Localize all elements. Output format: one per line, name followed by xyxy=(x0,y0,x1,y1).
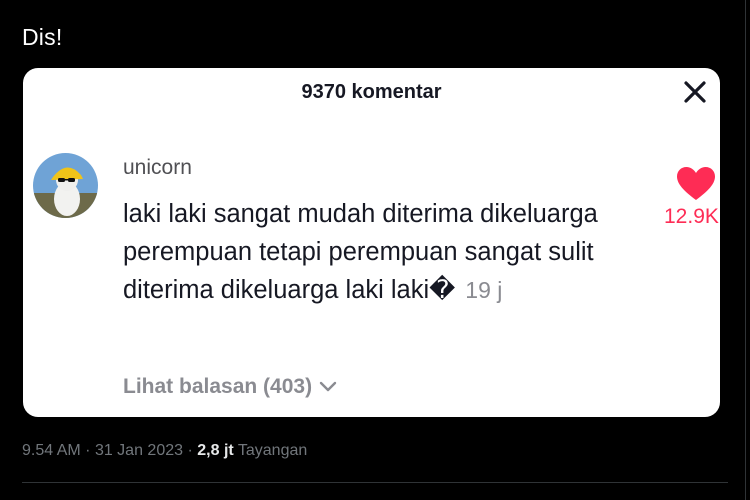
tweet-text: Dis! xyxy=(22,24,63,50)
tweet-date[interactable]: 31 Jan 2023 xyxy=(95,442,183,459)
chevron-down-icon xyxy=(319,381,337,392)
comment-text: laki laki sangat mudah diterima dikeluar… xyxy=(123,200,598,304)
view-replies-button[interactable]: Lihat balasan (403) xyxy=(123,375,338,399)
heart-icon[interactable] xyxy=(676,166,716,202)
meta-separator: · xyxy=(85,442,91,459)
comments-count-title: 9370 komentar xyxy=(301,81,442,103)
view-count: 2,8 jt xyxy=(197,442,234,459)
view-count-label: Tayangan xyxy=(237,442,308,459)
close-icon[interactable] xyxy=(682,79,708,105)
comment-username[interactable]: unicorn xyxy=(123,156,192,180)
comment-body: laki laki sangat mudah diterima dikeluar… xyxy=(123,195,643,309)
avatar[interactable] xyxy=(33,153,98,218)
divider xyxy=(22,482,728,483)
like-count: 12.9K xyxy=(664,205,719,228)
comment-time: 19 j xyxy=(465,277,503,303)
meta-separator: · xyxy=(187,442,193,459)
view-replies-label: Lihat balasan (403) xyxy=(123,375,313,398)
tweet-time[interactable]: 9.54 AM xyxy=(22,442,81,459)
comment-screenshot-image[interactable]: 9370 komentar unicorn laki laki sangat m… xyxy=(23,68,720,417)
tweet-meta: 9.54 AM · 31 Jan 2023 · 2,8 jt Tayangan xyxy=(22,442,307,460)
column-border xyxy=(745,0,746,500)
